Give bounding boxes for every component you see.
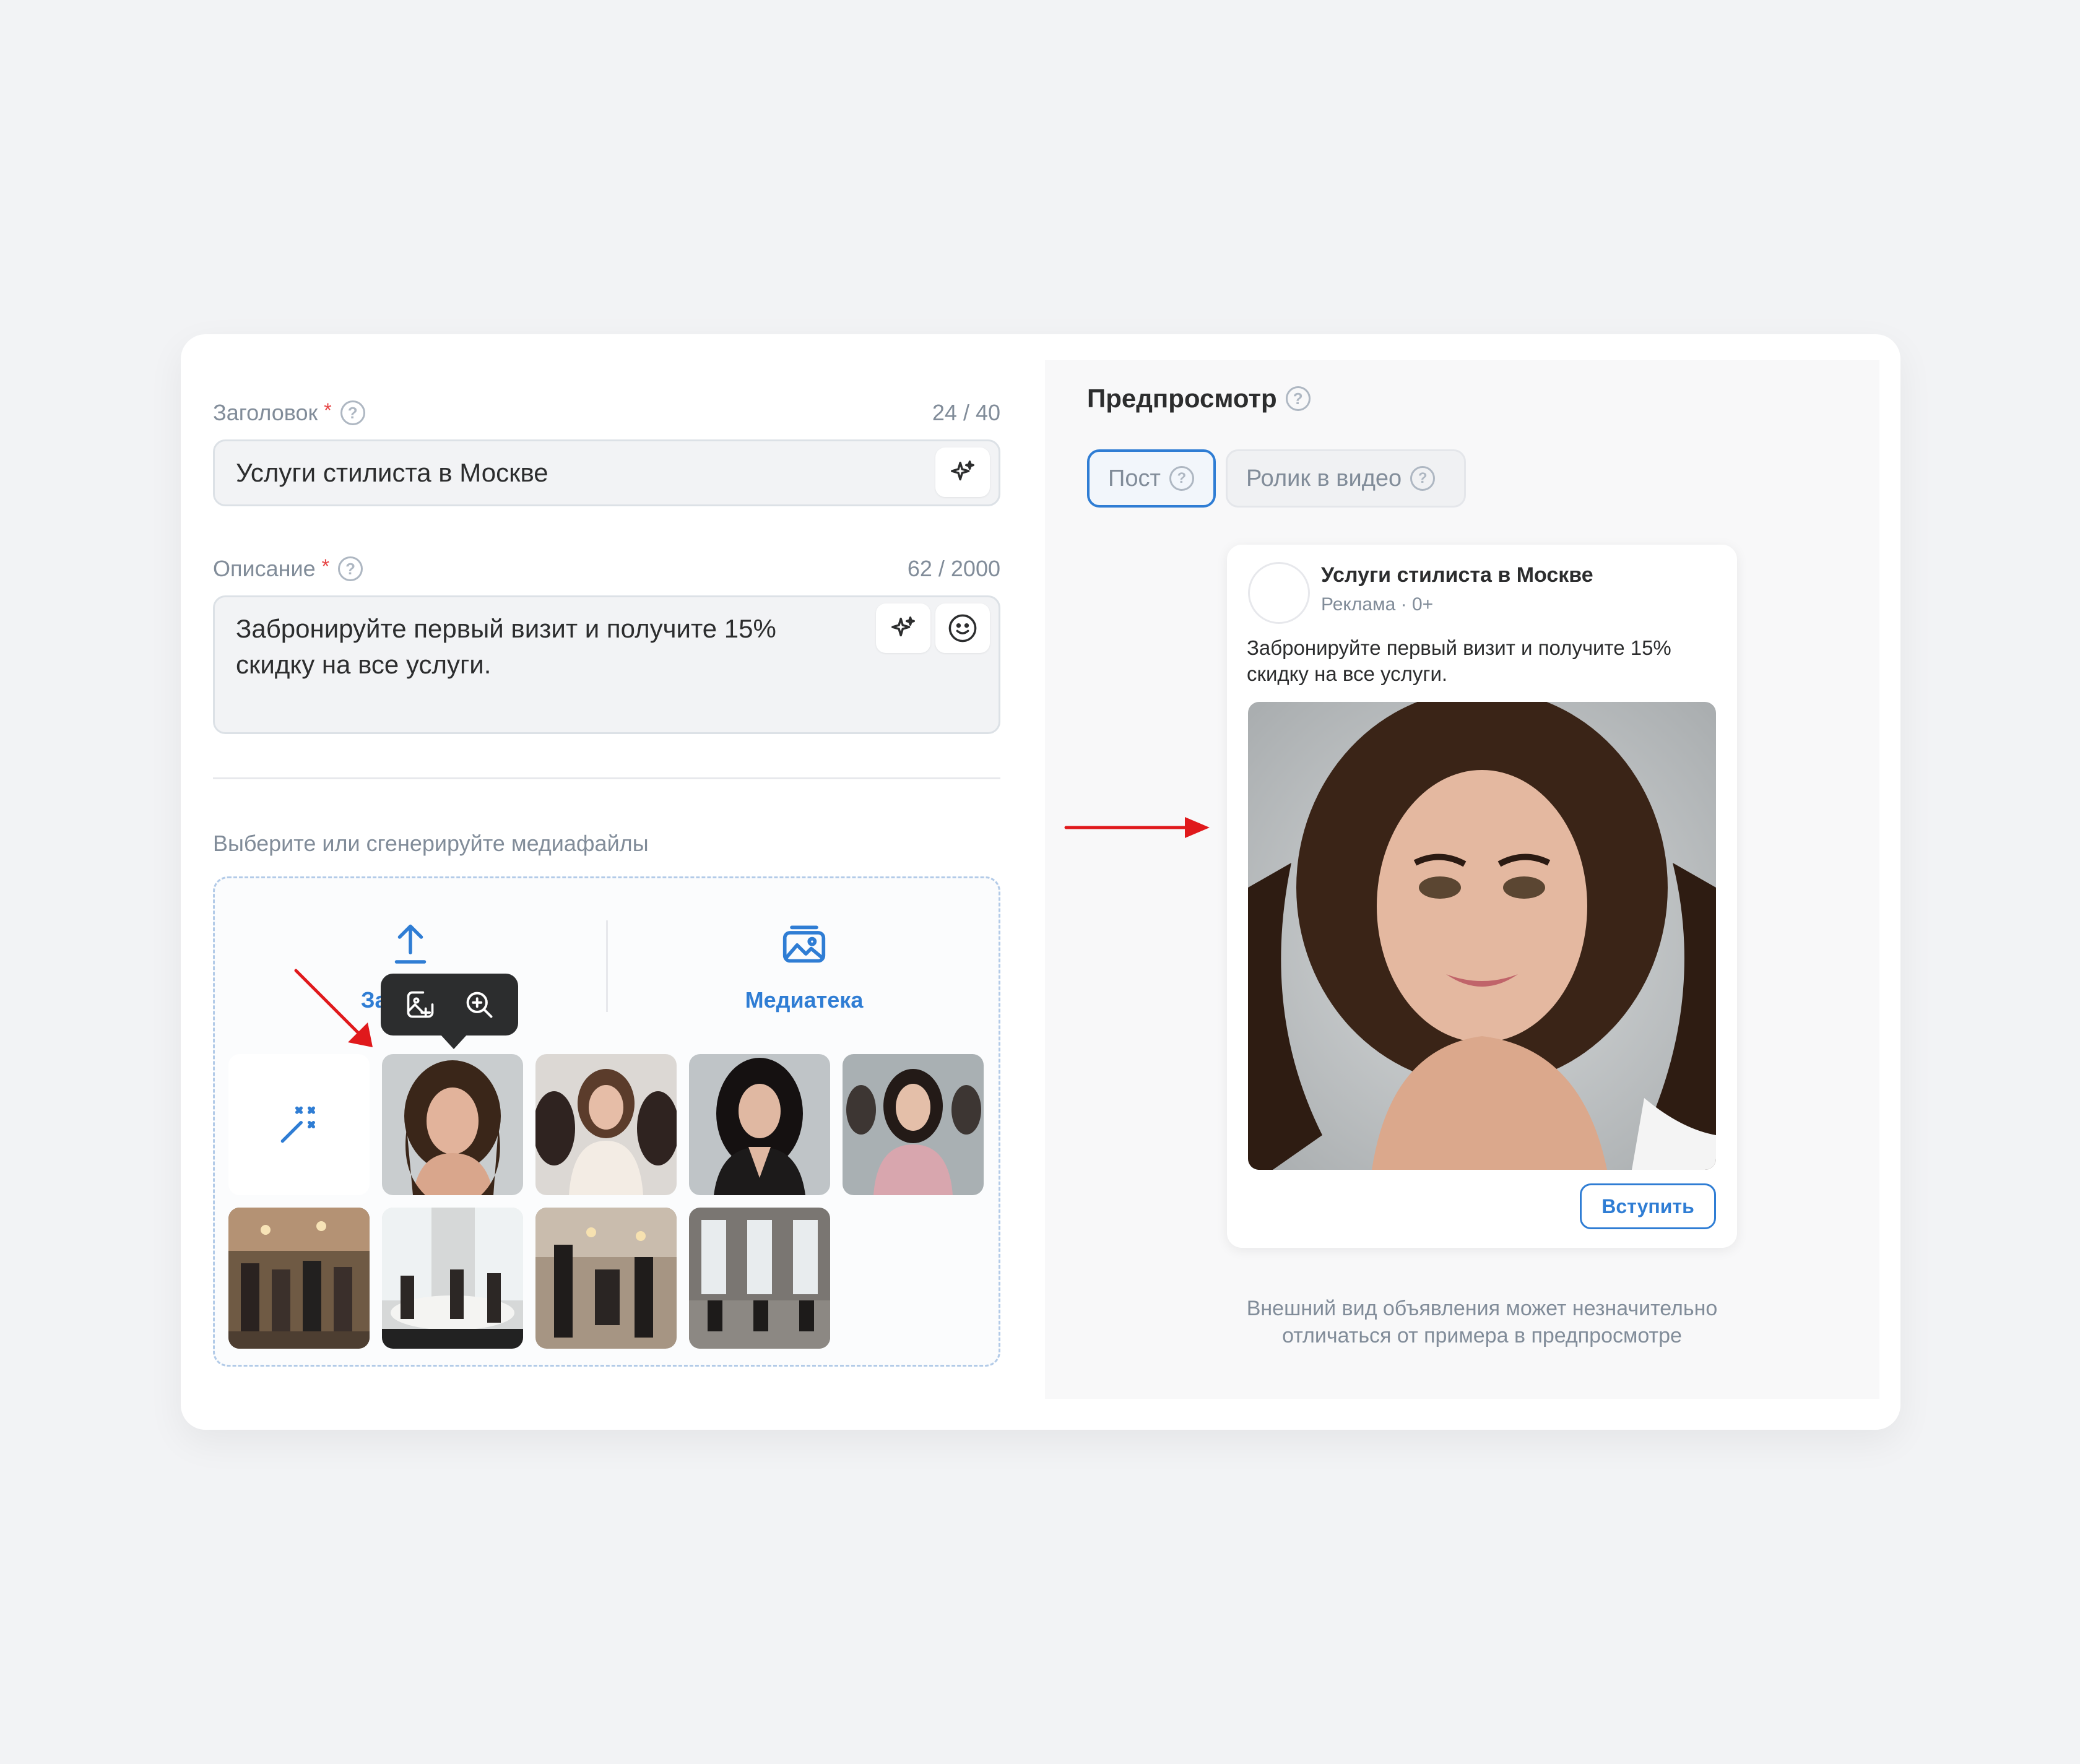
zoom-in-icon <box>466 992 492 1018</box>
annotation-arrow-icon <box>294 969 373 1047</box>
media-thumbnail[interactable] <box>382 1208 523 1349</box>
portrait-photo-icon <box>689 1054 830 1195</box>
emoji-button[interactable] <box>935 603 990 653</box>
tab-video-clip[interactable]: Ролик в видео ? <box>1226 449 1466 508</box>
help-icon[interactable]: ? <box>338 556 363 581</box>
salon-photo-icon <box>535 1208 677 1349</box>
ad-form-panel: Заголовок * ? 24 / 40 Услуги стилиста в … <box>213 334 1000 1430</box>
ai-generate-title-button[interactable] <box>935 447 990 497</box>
group-photo-icon <box>535 1054 677 1195</box>
add-image-button[interactable] <box>396 980 445 1029</box>
disclaimer-line-2: отличаться от примера в предпросмотре <box>1282 1324 1682 1347</box>
title-field-header: Заголовок * ? 24 / 40 <box>213 397 1000 428</box>
description-line-2: скидку на все услуги. <box>236 650 492 679</box>
magic-wand-icon <box>280 1106 315 1143</box>
post-meta: Реклама · 0+ <box>1321 594 1434 615</box>
help-icon[interactable]: ? <box>340 400 365 425</box>
media-thumbnail[interactable] <box>382 1054 523 1195</box>
sparkles-icon <box>891 616 915 637</box>
portrait-photo-icon <box>1248 702 1716 1170</box>
portrait-photo-icon <box>843 1054 984 1195</box>
media-dropzone[interactable]: За Медиатека <box>213 876 1000 1367</box>
tab-post-label: Пост <box>1108 465 1161 491</box>
preview-disclaimer: Внешний вид объявления может незначитель… <box>1227 1295 1737 1349</box>
tab-video-clip-label: Ролик в видео <box>1246 465 1402 491</box>
smile-icon <box>948 614 977 642</box>
section-divider <box>213 777 1000 779</box>
avatar <box>1248 562 1310 624</box>
tab-post[interactable]: Пост ? <box>1087 449 1216 508</box>
help-icon[interactable]: ? <box>1410 466 1436 491</box>
post-author-name: Услуги стилиста в Москве <box>1321 563 1593 587</box>
description-field-label: Описание <box>213 556 316 581</box>
media-thumbnail[interactable] <box>535 1054 677 1195</box>
upload-icon <box>394 924 427 964</box>
media-thumbnail[interactable] <box>228 1208 370 1349</box>
salon-photo-icon <box>228 1208 370 1349</box>
required-mark: * <box>324 399 332 422</box>
description-line-1: Забронируйте первый визит и получите 15% <box>236 614 776 643</box>
image-gallery-icon <box>782 925 826 963</box>
media-library-action[interactable]: Медиатека <box>618 922 990 1014</box>
ad-editor-card: Заголовок * ? 24 / 40 Услуги стилиста в … <box>181 334 1900 1430</box>
title-char-counter: 24 / 40 <box>932 400 1000 425</box>
actions-separator <box>606 920 608 1012</box>
title-field-label: Заголовок <box>213 400 318 425</box>
disclaimer-line-1: Внешний вид объявления может незначитель… <box>1246 1297 1718 1320</box>
title-input[interactable]: Услуги стилиста в Москве <box>213 439 1000 506</box>
preview-header: Предпросмотр ? <box>1087 384 1311 413</box>
title-input-value: Услуги стилиста в Москве <box>236 458 548 487</box>
zoom-image-button[interactable] <box>454 980 504 1029</box>
join-button[interactable]: Вступить <box>1580 1183 1716 1229</box>
salon-photo-icon <box>689 1208 830 1349</box>
media-thumbnail[interactable] <box>535 1208 677 1349</box>
image-add-icon <box>407 991 433 1018</box>
preview-title: Предпросмотр <box>1087 384 1277 413</box>
media-thumbnail[interactable] <box>689 1208 830 1349</box>
description-field-header: Описание * ? 62 / 2000 <box>213 553 1000 584</box>
media-thumbnail[interactable] <box>843 1054 984 1195</box>
media-section-caption: Выберите или сгенерируйте медиафайлы <box>213 831 649 856</box>
sparkles-icon <box>951 460 974 481</box>
description-char-counter: 62 / 2000 <box>907 556 1000 581</box>
ai-generate-description-button[interactable] <box>876 603 930 653</box>
portrait-photo-icon <box>382 1054 523 1195</box>
post-text: Забронируйте первый визит и получите 15%… <box>1247 636 1671 685</box>
help-icon[interactable]: ? <box>1285 386 1311 411</box>
ad-post-preview: Услуги стилиста в Москве Реклама · 0+ За… <box>1227 545 1737 1248</box>
post-image <box>1248 702 1716 1170</box>
media-thumbnail[interactable] <box>689 1054 830 1195</box>
thumbnail-actions-tooltip <box>381 974 518 1049</box>
generate-image-tile[interactable] <box>228 1054 370 1195</box>
annotation-arrow-icon <box>1064 817 1210 838</box>
required-mark: * <box>321 555 330 577</box>
media-library-label: Медиатека <box>745 987 864 1013</box>
description-textarea[interactable]: Забронируйте первый визит и получите 15%… <box>213 595 1000 734</box>
help-icon[interactable]: ? <box>1169 466 1194 491</box>
salon-photo-icon <box>382 1208 523 1349</box>
